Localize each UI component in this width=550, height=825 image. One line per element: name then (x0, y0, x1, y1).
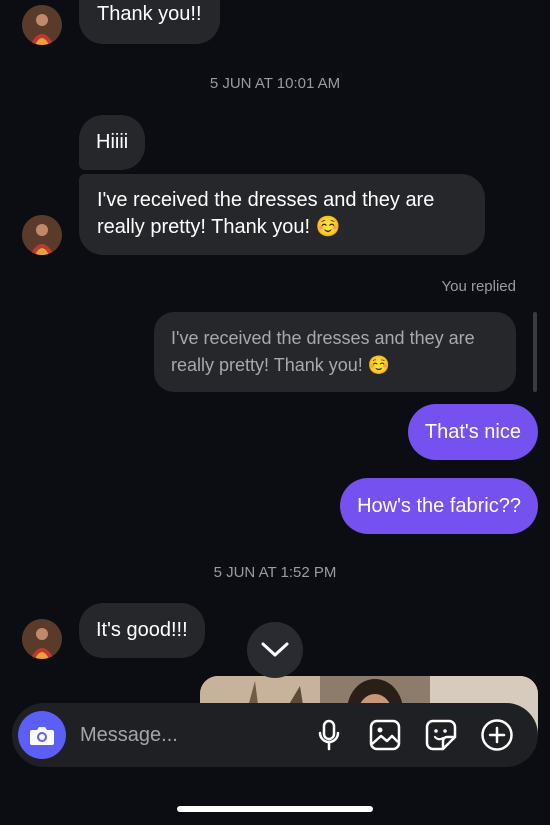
message-bubble-incoming[interactable]: Thank you!! (79, 0, 220, 44)
timestamp: 5 JUN AT 1:52 PM (213, 564, 337, 581)
message-input[interactable] (80, 723, 300, 747)
microphone-button[interactable] (312, 718, 346, 752)
camera-icon (30, 727, 54, 745)
add-button[interactable] (480, 718, 514, 752)
image-icon (369, 719, 401, 751)
message-text: It's good!!! (96, 619, 188, 641)
camera-button[interactable] (18, 711, 66, 759)
gallery-button[interactable] (368, 718, 402, 752)
reply-quote[interactable]: I've received the dresses and they are r… (154, 312, 516, 392)
message-text: That's nice (424, 421, 521, 443)
message-text: I've received the dresses and they are r… (97, 189, 435, 238)
message-text: Hiiii (96, 131, 129, 153)
quote-text: I've received the dresses and they are r… (171, 328, 475, 375)
reply-quote-bar (533, 312, 537, 392)
timestamp: 5 JUN AT 10:01 AM (209, 75, 341, 92)
home-indicator[interactable] (177, 806, 373, 812)
microphone-icon (318, 719, 340, 751)
message-composer (12, 703, 538, 767)
message-bubble-incoming[interactable]: I've received the dresses and they are r… (79, 174, 485, 255)
chevron-down-icon (261, 642, 289, 657)
message-bubble-outgoing[interactable]: How's the fabric?? (340, 478, 538, 534)
sticker-icon (425, 719, 457, 751)
message-bubble-incoming[interactable]: It's good!!! (79, 603, 205, 658)
message-bubble-incoming[interactable]: Hiiii (79, 115, 146, 170)
message-text: Thank you!! (97, 3, 202, 25)
scroll-down-button[interactable] (247, 622, 303, 678)
plus-circle-icon (481, 719, 513, 751)
message-text: How's the fabric?? (357, 495, 521, 517)
message-bubble-outgoing[interactable]: That's nice (407, 404, 538, 460)
avatar[interactable] (22, 619, 62, 659)
sticker-button[interactable] (424, 718, 458, 752)
avatar[interactable] (22, 5, 62, 45)
reply-label: You replied (441, 278, 516, 295)
avatar[interactable] (22, 215, 62, 255)
